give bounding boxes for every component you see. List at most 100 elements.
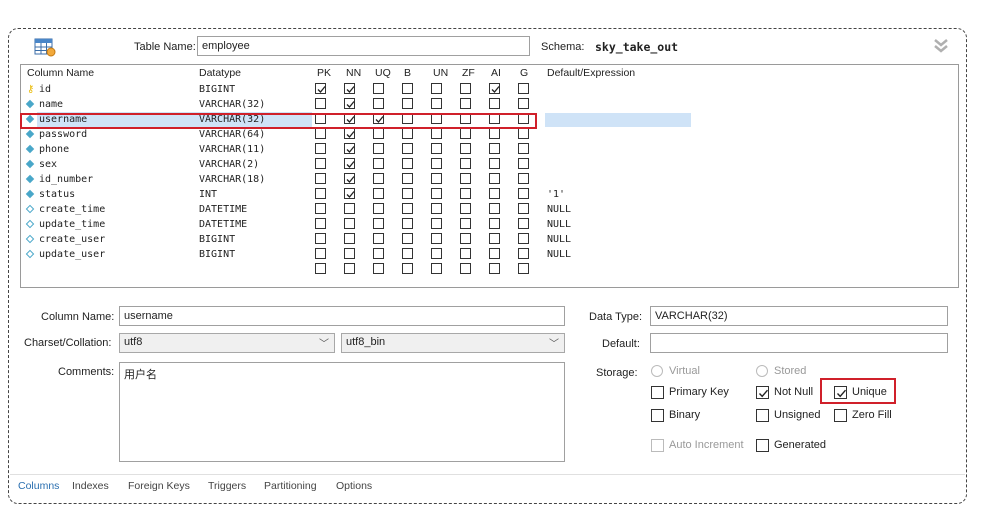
table-row[interactable]: id_number VARCHAR(18) (21, 172, 958, 187)
grid-header-cell[interactable]: UQ (375, 67, 391, 79)
checkbox-icon[interactable] (460, 188, 471, 199)
checkbox-icon[interactable] (402, 218, 413, 229)
checkbox-icon[interactable] (373, 128, 384, 139)
collapse-chevron-icon[interactable] (933, 38, 949, 54)
column-name-cell[interactable]: id (39, 83, 51, 97)
datatype-cell[interactable]: VARCHAR(11) (199, 143, 265, 157)
column-name-cell[interactable]: create_time (39, 203, 105, 217)
checkbox-icon[interactable] (431, 143, 442, 154)
checkmark-icon[interactable] (344, 143, 355, 154)
default-cell[interactable]: NULL (547, 248, 571, 262)
datatype-cell[interactable]: VARCHAR(64) (199, 128, 265, 142)
checkbox-icon[interactable] (518, 83, 529, 94)
checkbox-icon[interactable] (489, 263, 500, 274)
table-row[interactable]: phone VARCHAR(11) (21, 142, 958, 157)
grid-header-cell[interactable]: Default/Expression (547, 67, 635, 79)
tab-indexes[interactable]: Indexes (72, 480, 109, 492)
checkbox-icon[interactable] (489, 173, 500, 184)
checkbox-icon[interactable] (402, 173, 413, 184)
default-cell[interactable]: NULL (547, 233, 571, 247)
table-row[interactable]: status INT '1' (21, 187, 958, 202)
checkmark-icon[interactable] (344, 128, 355, 139)
checkbox-icon[interactable] (315, 173, 326, 184)
comments-textarea[interactable]: 用户名 (119, 362, 565, 462)
checkbox-icon[interactable] (431, 218, 442, 229)
checkbox-icon[interactable] (402, 263, 413, 274)
data-type-input[interactable]: VARCHAR(32) (650, 306, 948, 326)
column-name-cell[interactable]: sex (39, 158, 57, 172)
checkbox-icon[interactable] (489, 188, 500, 199)
default-cell[interactable]: NULL (547, 203, 571, 217)
checkbox-icon[interactable] (431, 233, 442, 244)
checkbox-icon[interactable] (460, 263, 471, 274)
datatype-cell[interactable]: VARCHAR(2) (199, 158, 259, 172)
checkmark-icon[interactable] (344, 158, 355, 169)
datatype-cell[interactable]: BIGINT (199, 233, 235, 247)
checkbox-icon[interactable] (431, 263, 442, 274)
default-input[interactable] (650, 333, 948, 353)
checkbox-icon[interactable] (460, 203, 471, 214)
checkbox-icon[interactable] (402, 98, 413, 109)
checkbox-icon[interactable] (431, 248, 442, 259)
checkbox-icon[interactable] (460, 248, 471, 259)
table-row[interactable]: update_user BIGINT NULL (21, 247, 958, 262)
checkbox-icon[interactable] (315, 188, 326, 199)
checkbox-icon[interactable] (431, 83, 442, 94)
grid-header-cell[interactable]: G (520, 67, 528, 79)
checkbox-icon[interactable] (518, 218, 529, 229)
checkbox-icon[interactable] (373, 248, 384, 259)
checkbox-icon[interactable] (489, 98, 500, 109)
table-row[interactable] (21, 262, 958, 277)
checkmark-icon[interactable] (315, 83, 326, 94)
checkbox-icon[interactable] (431, 173, 442, 184)
checkbox-icon[interactable] (489, 128, 500, 139)
checkbox-icon[interactable] (518, 98, 529, 109)
datatype-cell[interactable]: BIGINT (199, 248, 235, 262)
checkbox-icon[interactable] (518, 143, 529, 154)
column-name-cell[interactable]: status (39, 188, 75, 202)
checkmark-icon[interactable] (344, 83, 355, 94)
checkbox-icon[interactable] (460, 158, 471, 169)
checkbox-icon[interactable] (373, 158, 384, 169)
column-name-cell[interactable]: name (39, 98, 63, 112)
checkbox-icon[interactable] (373, 98, 384, 109)
checkbox-icon[interactable] (518, 158, 529, 169)
checkbox-icon[interactable] (344, 233, 355, 244)
checkbox-icon[interactable] (315, 263, 326, 274)
checkbox-icon[interactable] (431, 158, 442, 169)
column-name-cell[interactable]: update_time (39, 218, 105, 232)
datatype-cell[interactable]: BIGINT (199, 83, 235, 97)
grid-header-cell[interactable]: NN (346, 67, 361, 79)
datatype-cell[interactable]: VARCHAR(18) (199, 173, 265, 187)
table-row[interactable]: password VARCHAR(64) (21, 127, 958, 142)
grid-header-cell[interactable]: PK (317, 67, 331, 79)
checkbox-icon[interactable] (489, 203, 500, 214)
default-cell[interactable]: '1' (547, 188, 565, 202)
checkbox-icon[interactable] (315, 233, 326, 244)
checkbox-icon[interactable] (460, 143, 471, 154)
checkbox-icon[interactable] (344, 203, 355, 214)
column-name-cell[interactable]: update_user (39, 248, 105, 262)
collation-select[interactable]: utf8_bin ﹀ (341, 333, 565, 353)
checkbox-icon[interactable] (344, 263, 355, 274)
checkbox-icon[interactable] (489, 143, 500, 154)
checkbox-icon[interactable] (518, 203, 529, 214)
checkbox-icon[interactable] (315, 128, 326, 139)
checkbox-icon[interactable] (402, 188, 413, 199)
checkmark-icon[interactable] (344, 188, 355, 199)
table-row[interactable]: sex VARCHAR(2) (21, 157, 958, 172)
grid-header-cell[interactable]: B (404, 67, 411, 79)
tab-options[interactable]: Options (336, 480, 372, 492)
checkbox-icon[interactable] (460, 218, 471, 229)
checkbox-icon[interactable] (489, 233, 500, 244)
charset-select[interactable]: utf8 ﹀ (119, 333, 335, 353)
grid-header-cell[interactable]: ZF (462, 67, 475, 79)
checkbox-icon[interactable] (518, 188, 529, 199)
tab-partitioning[interactable]: Partitioning (264, 480, 317, 492)
column-name-cell[interactable]: id_number (39, 173, 93, 187)
checkbox-icon[interactable] (402, 203, 413, 214)
checkbox-icon[interactable] (460, 98, 471, 109)
table-name-input[interactable]: employee (197, 36, 530, 56)
checkbox-icon[interactable] (373, 233, 384, 244)
checkbox-icon[interactable] (489, 218, 500, 229)
